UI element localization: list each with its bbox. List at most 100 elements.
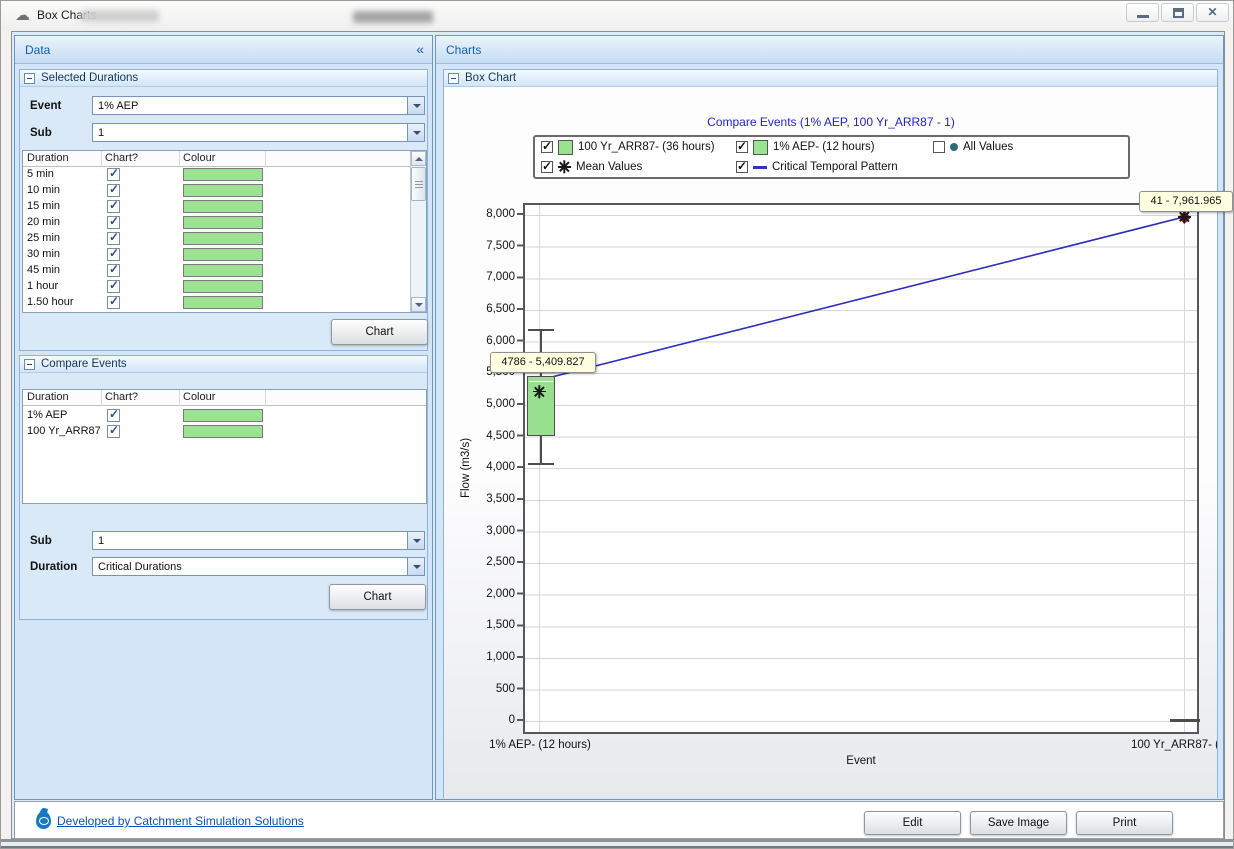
- colour-swatch[interactable]: [183, 425, 263, 438]
- table-row: 100 Yr_ARR87: [23, 424, 426, 440]
- collapse-group-icon[interactable]: [24, 73, 35, 84]
- legend-checkbox[interactable]: [736, 161, 748, 173]
- legend-item: All Values: [933, 139, 1013, 155]
- chart-checkbox[interactable]: [107, 232, 120, 245]
- green-box-marker-icon: [753, 140, 768, 155]
- maximize-button[interactable]: [1161, 3, 1194, 22]
- colour-swatch[interactable]: [183, 264, 263, 277]
- legend-label: Critical Temporal Pattern: [772, 161, 898, 173]
- minimize-button[interactable]: [1126, 3, 1159, 22]
- selected-durations-group: Selected Durations Event 1% AEP Sub 1 Du…: [19, 69, 428, 351]
- legend-checkbox[interactable]: [541, 161, 553, 173]
- chart-checkbox[interactable]: [107, 425, 120, 438]
- colour-swatch[interactable]: [183, 280, 263, 293]
- chevron-down-icon[interactable]: [407, 558, 424, 575]
- box-chart-group: Box Chart Compare Events (1% AEP, 100 Yr…: [443, 69, 1218, 798]
- data-panel: Data « Selected Durations Event 1% AEP S…: [14, 35, 433, 800]
- colour-swatch[interactable]: [183, 296, 263, 309]
- y-tick: 8,000: [465, 208, 515, 220]
- scroll-up-icon[interactable]: [411, 151, 426, 166]
- chevron-down-icon[interactable]: [407, 124, 424, 141]
- sub-label: Sub: [30, 127, 52, 139]
- chevron-down-icon[interactable]: [407, 97, 424, 114]
- colour-swatch[interactable]: [183, 409, 263, 422]
- x-category-label: 1% AEP- (12 hours): [473, 739, 607, 751]
- box-chart-title: Box Chart: [465, 72, 516, 84]
- chart-title: Compare Events (1% AEP, 100 Yr_ARR87 - 1…: [531, 115, 1131, 129]
- maximize-icon: [1173, 8, 1184, 18]
- legend-checkbox[interactable]: [736, 141, 748, 153]
- duration-cell: 10 min: [27, 184, 60, 196]
- legend-checkbox[interactable]: [933, 141, 945, 153]
- data-panel-header: Data «: [15, 36, 432, 64]
- colour-swatch[interactable]: [183, 168, 263, 181]
- minimize-icon: [1137, 15, 1149, 18]
- table-row: 30 min: [23, 247, 426, 263]
- save-image-button[interactable]: Save Image: [970, 811, 1067, 835]
- y-tick: 7,000: [465, 271, 515, 283]
- legend-label: Mean Values: [576, 161, 642, 173]
- redacted-text: [353, 11, 433, 23]
- chart-checkbox[interactable]: [107, 296, 120, 309]
- colour-swatch[interactable]: [183, 216, 263, 229]
- colour-swatch[interactable]: [183, 184, 263, 197]
- edit-button[interactable]: Edit: [864, 811, 961, 835]
- water-drop-logo-icon: [36, 811, 51, 829]
- chart-checkbox[interactable]: [107, 248, 120, 261]
- lower-whisker-cap: [528, 463, 554, 465]
- critical-pattern-point-marker: [1177, 210, 1191, 224]
- col-chart: Chart?: [105, 152, 138, 164]
- event-combobox[interactable]: 1% AEP: [92, 96, 425, 115]
- y-tick: 2,500: [465, 556, 515, 568]
- duration-cell: 5 min: [27, 168, 54, 180]
- print-button[interactable]: Print: [1076, 811, 1173, 835]
- sub-value: 1: [98, 127, 104, 139]
- chart-checkbox[interactable]: [107, 264, 120, 277]
- vertical-scrollbar[interactable]: [410, 151, 426, 312]
- chart-button-durations[interactable]: Chart: [331, 319, 428, 345]
- chart-checkbox[interactable]: [107, 200, 120, 213]
- legend-label: 1% AEP- (12 hours): [773, 141, 875, 153]
- close-button[interactable]: ✕: [1196, 3, 1229, 22]
- chart-checkbox[interactable]: [107, 184, 120, 197]
- line-marker-icon: [753, 166, 767, 169]
- sub-combobox-compare[interactable]: 1: [92, 531, 425, 550]
- star-marker-icon: [1178, 211, 1191, 224]
- charts-panel-header: Charts: [436, 36, 1223, 64]
- close-icon: ✕: [1197, 5, 1228, 19]
- tooltip-left: 4786 - 5,409.827: [490, 352, 596, 373]
- collapse-panel-icon[interactable]: «: [416, 41, 424, 57]
- sub-combobox[interactable]: 1: [92, 123, 425, 142]
- chart-checkbox[interactable]: [107, 409, 120, 422]
- chart-button-compare[interactable]: Chart: [329, 584, 426, 610]
- chart-checkbox[interactable]: [107, 280, 120, 293]
- scroll-down-icon[interactable]: [411, 297, 426, 312]
- chart-checkbox[interactable]: [107, 216, 120, 229]
- lower-whisker: [540, 436, 542, 463]
- duration-cell: 20 min: [27, 216, 60, 228]
- collapse-group-icon[interactable]: [448, 73, 459, 84]
- y-tick: 500: [465, 683, 515, 695]
- event-label: Event: [30, 100, 61, 112]
- colour-swatch[interactable]: [183, 248, 263, 261]
- data-panel-title: Data: [25, 43, 50, 57]
- duration-combobox[interactable]: Critical Durations: [92, 557, 425, 576]
- table-row: 45 min: [23, 263, 426, 279]
- column-separator: [265, 151, 266, 167]
- scrollbar-thumb[interactable]: [411, 167, 426, 201]
- sub-label: Sub: [30, 535, 52, 547]
- compare-events-table: Duration Chart? Colour 1% AEP 100 Yr_ARR…: [22, 389, 427, 504]
- chart-checkbox[interactable]: [107, 168, 120, 181]
- footer-bar: Developed by Catchment Simulation Soluti…: [14, 801, 1224, 839]
- legend-checkbox[interactable]: [541, 141, 553, 153]
- legend-label: 100 Yr_ARR87- (36 hours): [578, 141, 715, 153]
- colour-swatch[interactable]: [183, 200, 263, 213]
- col-duration: Duration: [27, 152, 69, 164]
- y-tick: 7,500: [465, 240, 515, 252]
- developer-link[interactable]: Developed by Catchment Simulation Soluti…: [57, 814, 304, 828]
- colour-swatch[interactable]: [183, 232, 263, 245]
- circle-marker-icon: [950, 143, 958, 151]
- collapse-group-icon[interactable]: [24, 359, 35, 370]
- chevron-down-icon[interactable]: [407, 532, 424, 549]
- col-colour: Colour: [183, 152, 215, 164]
